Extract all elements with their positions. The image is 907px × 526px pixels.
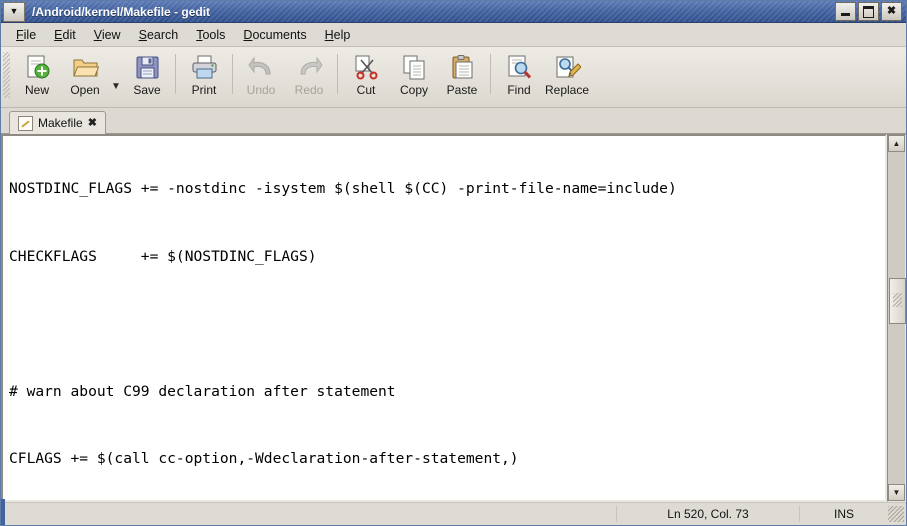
printer-icon	[191, 53, 218, 81]
scrollbar-track[interactable]	[889, 152, 906, 484]
toolbar-new-label: New	[24, 83, 49, 97]
toolbar-print-button[interactable]: Print	[180, 50, 228, 97]
menu-help[interactable]: Help	[316, 26, 360, 44]
toolbar-save-label: Save	[133, 83, 161, 97]
resize-grip-icon[interactable]	[888, 506, 904, 522]
redo-arrow-icon	[296, 53, 323, 81]
close-icon: ✖	[886, 5, 897, 17]
triangle-down-icon: ▼	[892, 487, 901, 497]
toolbar-replace-label: Replace	[544, 83, 590, 97]
toolbar-redo-label: Redo	[294, 83, 324, 97]
magnifier-icon	[506, 53, 533, 81]
scroll-down-button[interactable]: ▼	[888, 484, 905, 501]
window-title: /Android/kernel/Makefile - gedit	[32, 4, 211, 19]
scrollbar-thumb[interactable]	[889, 278, 906, 324]
undo-arrow-icon	[247, 53, 275, 81]
replace-pencil-icon	[554, 53, 581, 81]
toolbar-find-button[interactable]: Find	[495, 50, 543, 97]
menu-documents[interactable]: Documents	[234, 26, 315, 44]
window-titlebar[interactable]: ▼ /Android/kernel/Makefile - gedit ✖	[1, 1, 906, 23]
toolbar-undo-label: Undo	[246, 83, 276, 97]
toolbar-paste-label: Paste	[446, 83, 478, 97]
menu-file[interactable]: File	[7, 26, 45, 44]
toolbar-separator	[337, 54, 338, 94]
save-floppy-icon	[134, 53, 161, 81]
text-editor[interactable]: NOSTDINC_FLAGS += -nostdinc -isystem $(s…	[1, 134, 887, 502]
new-document-icon	[24, 53, 51, 81]
menu-edit[interactable]: Edit	[45, 26, 85, 44]
toolbar-find-label: Find	[507, 83, 531, 97]
maximize-icon	[863, 5, 874, 18]
menubar: File Edit View Search Tools Documents He…	[1, 23, 906, 47]
copy-pages-icon	[401, 53, 428, 81]
toolbar-replace-button[interactable]: Replace	[543, 50, 591, 97]
toolbar-copy-button[interactable]: Copy	[390, 50, 438, 97]
toolbar: New Open ▼ Save Print Undo Redo Cut Copy…	[1, 47, 906, 108]
minimize-icon	[841, 13, 850, 16]
close-button[interactable]: ✖	[881, 2, 902, 21]
tabbar: Makefile ✖	[1, 108, 906, 134]
tab-close-icon[interactable]: ✖	[88, 117, 97, 129]
scroll-up-button[interactable]: ▲	[888, 135, 905, 152]
toolbar-new-button[interactable]: New	[13, 50, 61, 97]
clipboard-icon	[449, 53, 476, 81]
open-folder-icon	[72, 53, 99, 81]
window-menu-button[interactable]: ▼	[3, 1, 25, 22]
chevron-down-icon: ▼	[9, 6, 19, 16]
toolbar-grip[interactable]	[3, 52, 10, 98]
maximize-button[interactable]	[858, 2, 879, 21]
triangle-up-icon: ▲	[892, 138, 901, 148]
toolbar-copy-label: Copy	[399, 83, 428, 97]
code-line: # warn about C99 declaration after state…	[9, 381, 885, 404]
code-line-text: CFLAGS += $(call cc-option,-Wdeclaration…	[9, 450, 519, 467]
code-line-text: NOSTDINC_FLAGS += -nostdinc -isystem $(s…	[9, 180, 677, 197]
code-line-text: # warn about C99 declaration after state…	[9, 382, 396, 400]
document-edit-icon	[18, 115, 33, 131]
toolbar-cut-label: Cut	[356, 83, 376, 97]
toolbar-separator	[232, 54, 233, 94]
code-line-text: CHECKFLAGS += $(NOSTDINC_FLAGS)	[9, 247, 317, 265]
window-border-accent	[1, 499, 5, 525]
code-line: NOSTDINC_FLAGS += -nostdinc -isystem $(s…	[9, 178, 885, 201]
toolbar-save-button[interactable]: Save	[123, 50, 171, 97]
open-dropdown-chevron-down-icon[interactable]: ▼	[109, 81, 123, 92]
tab-label: Makefile	[38, 116, 83, 130]
toolbar-redo-button: Redo	[285, 50, 333, 97]
insert-mode-status: INS	[799, 506, 888, 522]
scissors-icon	[353, 53, 380, 81]
vertical-scrollbar[interactable]: ▲ ▼	[887, 134, 906, 502]
menu-tools[interactable]: Tools	[187, 26, 234, 44]
menu-search[interactable]: Search	[130, 26, 188, 44]
editor-area: NOSTDINC_FLAGS += -nostdinc -isystem $(s…	[1, 134, 906, 502]
toolbar-undo-button: Undo	[237, 50, 285, 97]
cursor-position-status: Ln 520, Col. 73	[616, 506, 799, 522]
source-code: NOSTDINC_FLAGS += -nostdinc -isystem $(s…	[9, 136, 885, 500]
window-controls: ✖	[835, 2, 902, 21]
minimize-button[interactable]	[835, 2, 856, 21]
toolbar-separator	[175, 54, 176, 94]
statusbar: Ln 520, Col. 73 INS	[1, 502, 906, 525]
toolbar-separator	[490, 54, 491, 94]
code-line: CFLAGS += $(call cc-option,-Wdeclaration…	[9, 448, 885, 471]
menu-view[interactable]: View	[85, 26, 130, 44]
code-line: CHECKFLAGS += $(NOSTDINC_FLAGS)	[9, 246, 885, 269]
toolbar-cut-button[interactable]: Cut	[342, 50, 390, 97]
tab-makefile[interactable]: Makefile ✖	[9, 111, 106, 134]
toolbar-paste-button[interactable]: Paste	[438, 50, 486, 97]
toolbar-open-button[interactable]: Open	[61, 50, 109, 97]
toolbar-print-label: Print	[191, 83, 217, 97]
gedit-window: ▼ /Android/kernel/Makefile - gedit ✖ Fil…	[0, 0, 907, 526]
toolbar-open-label: Open	[70, 83, 100, 97]
